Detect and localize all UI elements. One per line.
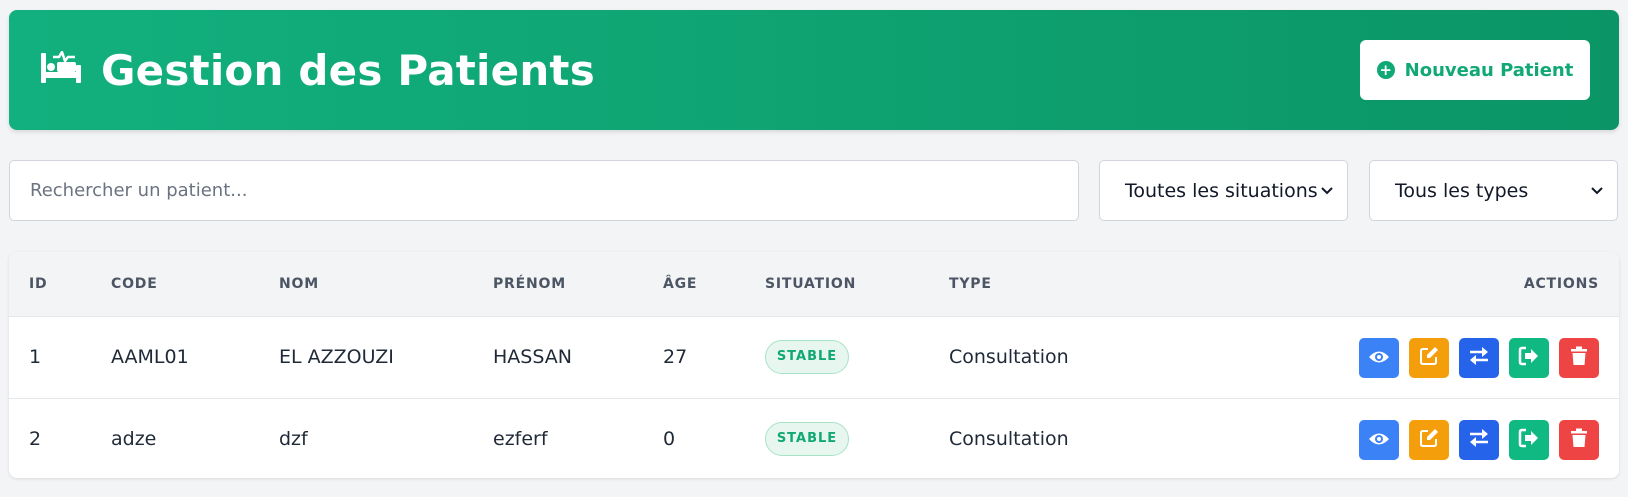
cell-id: 2: [29, 428, 42, 450]
hospital-bed-icon: [39, 50, 83, 89]
cell-age: 27: [663, 346, 688, 368]
type-filter-select[interactable]: Tous les types: [1369, 160, 1618, 221]
discharge-button[interactable]: [1509, 420, 1549, 460]
trash-icon: [1570, 346, 1588, 370]
page-title: Gestion des Patients: [101, 45, 595, 95]
cell-type: Consultation: [949, 428, 1069, 450]
edit-icon: [1419, 346, 1439, 370]
column-header-id[interactable]: ID: [29, 252, 47, 316]
new-patient-label: Nouveau Patient: [1404, 59, 1574, 81]
exit-icon: [1518, 428, 1540, 452]
new-patient-button[interactable]: + Nouveau Patient: [1360, 40, 1590, 100]
exit-icon: [1518, 346, 1540, 370]
column-header-situation[interactable]: SITUATION: [765, 252, 856, 316]
transfer-icon: [1468, 346, 1490, 370]
cell-nom: dzf: [279, 428, 308, 450]
column-header-age[interactable]: ÂGE: [663, 252, 697, 316]
discharge-button[interactable]: [1509, 338, 1549, 378]
trash-icon: [1570, 428, 1588, 452]
status-badge: STABLE: [765, 340, 849, 374]
patients-table: ID CODE NOM PRÉNOM ÂGE SITUATION TYPE AC…: [9, 252, 1619, 478]
header-title-group: Gestion des Patients: [39, 10, 595, 130]
delete-button[interactable]: [1559, 420, 1599, 460]
cell-type: Consultation: [949, 346, 1069, 368]
plus-circle-icon: +: [1376, 61, 1395, 79]
column-header-actions: ACTIONS: [1523, 276, 1599, 292]
cell-nom: EL AZZOUZI: [279, 346, 394, 368]
cell-code: AAML01: [111, 346, 189, 368]
edit-icon: [1419, 428, 1439, 452]
status-badge: STABLE: [765, 422, 849, 456]
edit-button[interactable]: [1409, 338, 1449, 378]
page-header: Gestion des Patients + Nouveau Patient: [9, 10, 1619, 130]
row-actions: [1359, 338, 1599, 378]
transfer-button[interactable]: [1459, 338, 1499, 378]
transfer-button[interactable]: [1459, 420, 1499, 460]
view-button[interactable]: [1359, 338, 1399, 378]
cell-age: 0: [663, 428, 676, 450]
chevron-down-icon: [1591, 183, 1603, 199]
eye-icon: [1368, 349, 1390, 368]
view-button[interactable]: [1359, 420, 1399, 460]
cell-id: 1: [29, 346, 42, 368]
column-header-code[interactable]: CODE: [111, 252, 158, 316]
eye-icon: [1368, 431, 1390, 450]
table-header: ID CODE NOM PRÉNOM ÂGE SITUATION TYPE AC…: [9, 252, 1619, 317]
column-header-type[interactable]: TYPE: [949, 252, 992, 316]
table-row[interactable]: 1 AAML01 EL AZZOUZI HASSAN 27 STABLE Con…: [9, 317, 1619, 399]
row-actions: [1359, 420, 1599, 460]
chevron-down-icon: [1321, 183, 1333, 199]
situation-filter-select[interactable]: Toutes les situations: [1099, 160, 1348, 221]
cell-prenom: HASSAN: [493, 346, 572, 368]
situation-filter-value: Toutes les situations: [1125, 179, 1318, 202]
cell-prenom: ezferf: [493, 428, 548, 450]
table-row[interactable]: 2 adze dzf ezferf 0 STABLE Consultation: [9, 399, 1619, 478]
cell-code: adze: [111, 428, 157, 450]
type-filter-value: Tous les types: [1395, 179, 1529, 202]
transfer-icon: [1468, 428, 1490, 452]
search-input[interactable]: [9, 160, 1079, 221]
edit-button[interactable]: [1409, 420, 1449, 460]
column-header-nom[interactable]: NOM: [279, 252, 319, 316]
column-header-prenom[interactable]: PRÉNOM: [493, 252, 566, 316]
delete-button[interactable]: [1559, 338, 1599, 378]
